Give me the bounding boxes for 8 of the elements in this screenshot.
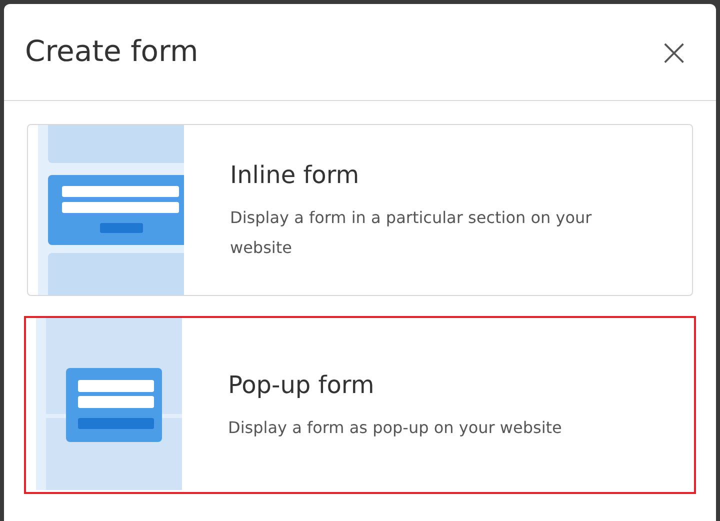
option-title: Pop-up form [228,370,376,401]
dialog-title: Create form [25,33,198,70]
close-button[interactable]: × [658,33,690,71]
form-type-card[interactable]: Inline form Display a form in a particular section on your website [27,124,693,296]
option-description: Display a form in a particular section on your website [230,207,593,259]
form-type-card[interactable]: Pop-up form Display a form as pop-up on your website [24,316,696,494]
option-title: Inline form [230,160,360,191]
option-description: Display a form as pop-up on your website [228,417,563,439]
